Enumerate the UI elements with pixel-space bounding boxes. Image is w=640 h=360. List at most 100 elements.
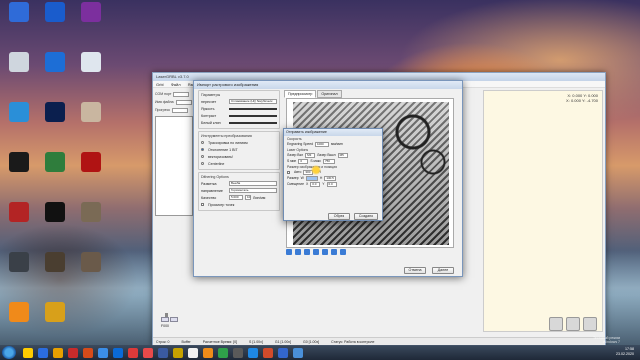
desktop-app-icon — [81, 152, 101, 172]
desktop-app-icon — [45, 102, 65, 122]
jog-button-up[interactable] — [161, 317, 169, 322]
import-cancel-button[interactable]: Отмена — [404, 267, 426, 274]
tab-original[interactable]: Оригинал — [317, 90, 342, 98]
radio-vectorize[interactable] — [201, 155, 204, 158]
taskbar-icon-list — [20, 347, 305, 358]
desktop-app-icon — [45, 2, 65, 22]
offset-x-input[interactable]: 0.0 — [310, 181, 321, 187]
taskbar-app-icon[interactable] — [67, 347, 78, 358]
desktop-icon[interactable] — [40, 52, 70, 86]
desktop-icon[interactable] — [40, 2, 70, 36]
radio-1bit[interactable] — [201, 148, 204, 151]
taskbar-app-icon[interactable] — [232, 347, 243, 358]
desktop-icon[interactable] — [76, 52, 106, 86]
com-port-select[interactable] — [173, 91, 190, 97]
menu-item-file[interactable]: Файл — [171, 82, 181, 87]
send-back-button[interactable]: Обрез — [328, 213, 350, 220]
brightness-slider[interactable] — [229, 108, 277, 110]
crop-icon[interactable] — [322, 249, 328, 255]
file-name-label: Имя файла — [155, 100, 174, 104]
desktop-icon[interactable] — [4, 202, 34, 236]
import-next-button[interactable]: Далее — [432, 267, 454, 274]
taskbar-app-icon[interactable] — [157, 347, 168, 358]
radio-centerline[interactable] — [201, 162, 204, 165]
desktop-icon[interactable] — [76, 2, 106, 36]
taskbar-app-icon[interactable] — [97, 347, 108, 358]
line-preference-input[interactable]: 10 — [245, 195, 251, 200]
dithering-group-title: Dithering Options — [201, 175, 229, 179]
auto-size-checkbox[interactable] — [287, 170, 290, 174]
windows-watermark: Тестовый режим Windows 7 — [593, 336, 620, 344]
taskbar-app-icon[interactable] — [82, 347, 93, 358]
taskbar-app-icon[interactable] — [127, 347, 138, 358]
taskbar-app-icon[interactable] — [112, 347, 123, 358]
taskbar-app-icon[interactable] — [187, 347, 198, 358]
whiteclip-slider[interactable] — [229, 122, 277, 124]
desktop-icon[interactable] — [76, 152, 106, 186]
size-w-input[interactable] — [305, 175, 318, 181]
resize-select[interactable]: Сглаживание (HQ бикубическ — [229, 99, 277, 104]
walk-icon[interactable] — [549, 317, 563, 331]
engraving-speed-input[interactable]: 1000 — [315, 141, 330, 147]
whiteclip-label: Белый клип — [201, 120, 221, 125]
taskbar-app-icon[interactable] — [172, 347, 183, 358]
system-tray-clock[interactable]: 17:58 23.02.2020 — [616, 347, 634, 357]
invert-icon[interactable] — [331, 249, 337, 255]
desktop-icon[interactable] — [76, 252, 106, 286]
laser-on-select[interactable]: M3 — [305, 152, 316, 158]
taskbar-app-icon[interactable] — [22, 347, 33, 358]
desktop-icon[interactable] — [40, 202, 70, 236]
direction-select[interactable]: Горизонталь — [229, 188, 277, 193]
rotate-left-icon[interactable] — [286, 249, 292, 255]
smax-input[interactable]: 750 — [322, 158, 335, 164]
desktop-icon[interactable] — [40, 252, 70, 286]
color-picker-icon[interactable] — [340, 249, 346, 255]
desktop-icon-label — [76, 73, 106, 83]
desktop-icon[interactable] — [40, 102, 70, 136]
rotate-right-icon[interactable] — [295, 249, 301, 255]
start-button[interactable] — [2, 346, 16, 359]
desktop-icon[interactable] — [76, 102, 106, 136]
preview-canvas[interactable]: X: 0.000 Y: 0.000 X: 0.000 Y: -4.700 — [483, 90, 603, 332]
pause-icon[interactable] — [583, 317, 597, 331]
desktop-icon[interactable] — [40, 302, 70, 336]
desktop-icon[interactable] — [4, 52, 34, 86]
taskbar-app-icon[interactable] — [52, 347, 63, 358]
desktop-icon[interactable] — [4, 152, 34, 186]
jog-button-down[interactable] — [170, 317, 179, 322]
desktop-icon-label — [4, 323, 34, 333]
taskbar-app-icon[interactable] — [277, 347, 288, 358]
desktop-icon[interactable] — [4, 2, 34, 36]
smin-input[interactable]: 0 — [298, 158, 309, 164]
flip-vertical-icon[interactable] — [313, 249, 319, 255]
offset-y-input[interactable]: 0.0 — [326, 181, 337, 187]
taskbar-app-icon[interactable] — [262, 347, 273, 358]
radio-line-trace[interactable] — [201, 141, 204, 144]
taskbar-app-icon[interactable] — [247, 347, 258, 358]
resolution-select[interactable]: Вьюба — [229, 181, 277, 186]
menu-item-grbl[interactable]: Grbl — [156, 82, 164, 87]
desktop-app-icon — [9, 102, 29, 122]
desktop-icon[interactable] — [4, 302, 34, 336]
taskbar-app-icon[interactable] — [37, 347, 48, 358]
desktop-icon[interactable] — [76, 202, 106, 236]
taskbar-app-icon[interactable] — [217, 347, 228, 358]
contrast-slider[interactable] — [229, 115, 277, 117]
taskbar-app-icon[interactable] — [142, 347, 153, 358]
taskbar-app-icon[interactable] — [292, 347, 303, 358]
coordinates-readout: X: 0.000 Y: 0.000 X: 0.000 Y: -4.700 — [566, 93, 598, 103]
file-name-field[interactable] — [175, 99, 192, 105]
taskbar-app-icon[interactable] — [202, 347, 213, 358]
size-h-input[interactable]: 130.5 — [324, 175, 337, 181]
laser-off-select[interactable]: M5 — [337, 152, 348, 158]
watermark-line-2: Windows 7 — [602, 340, 620, 344]
desktop-icon[interactable] — [40, 152, 70, 186]
send-create-button[interactable]: Создано — [354, 213, 378, 220]
desktop-icon[interactable] — [4, 102, 34, 136]
preview-dots-checkbox[interactable] — [201, 203, 204, 206]
desktop-icon[interactable] — [4, 252, 34, 286]
run-icon[interactable] — [566, 317, 580, 331]
flip-horizontal-icon[interactable] — [304, 249, 310, 255]
quality-input[interactable]: 5.000 — [229, 195, 243, 200]
tab-preview[interactable]: Предпросмотр — [284, 90, 317, 98]
